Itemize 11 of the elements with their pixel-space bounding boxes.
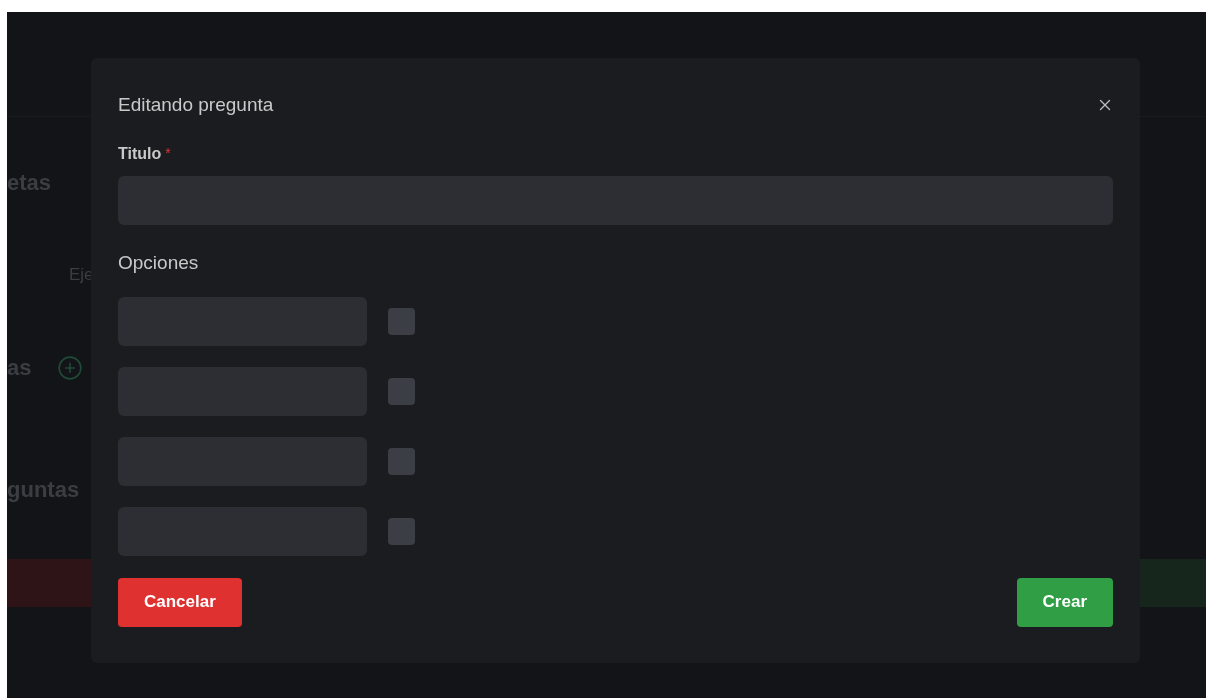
cancel-button[interactable]: Cancelar [118,577,242,627]
add-icon[interactable] [57,355,84,381]
field-label: Titulo [118,143,162,164]
section-label: Opciones [118,252,200,272]
required-mark: * [165,144,171,163]
dialog-title: Editando pregunta [118,93,274,117]
checkbox[interactable] [388,517,415,545]
checkbox[interactable] [388,377,415,405]
create-button[interactable]: Crear [1016,577,1113,627]
checkbox[interactable] [388,307,415,335]
checkbox[interactable] [388,447,415,475]
